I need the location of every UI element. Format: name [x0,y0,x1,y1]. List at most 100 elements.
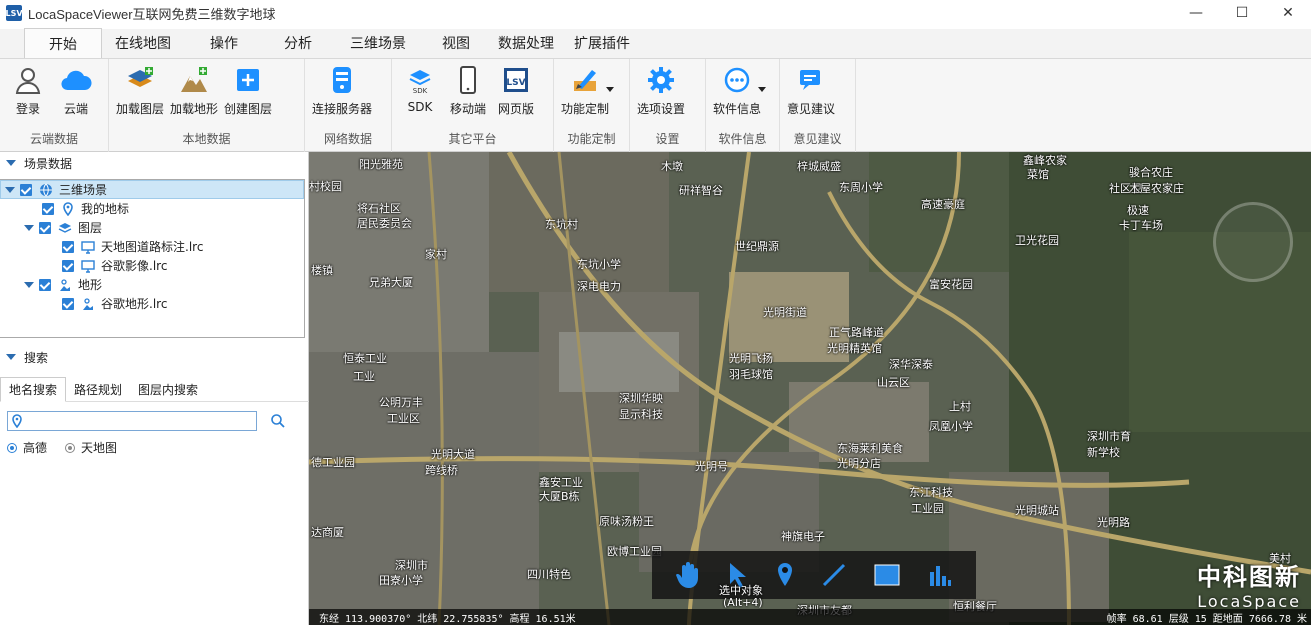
software-info-button[interactable]: 软件信息 [710,59,767,125]
tree-node-my-placemarks[interactable]: 我的地标 [42,199,129,218]
tab-data-processing[interactable]: 数据处理 [488,28,564,58]
tab-analysis[interactable]: 分析 [264,28,332,58]
map-label: 正气路峰道 [829,326,884,339]
tree-node-layers[interactable]: 图层 [24,218,102,237]
pan-hand-icon[interactable] [675,561,701,589]
scene-data-title: 场景数据 [24,156,73,171]
tab-layer-search[interactable]: 图层内搜索 [130,377,206,402]
group-label-settings: 设置 [655,132,680,146]
chart-tool-icon[interactable] [927,562,953,588]
tab-extensions[interactable]: 扩展插件 [564,28,640,58]
expand-icon[interactable] [24,281,34,288]
app-logo-icon: LSV [5,5,23,21]
search-input[interactable] [7,411,257,431]
tree-node-tianditu-roads[interactable]: 天地图道路标注.lrc [62,237,203,256]
close-button[interactable]: ✕ [1265,0,1311,26]
map-label: 东周小学 [839,181,883,194]
radio-tianditu[interactable] [65,442,76,453]
collapse-icon[interactable] [6,354,16,360]
map-label: 神旗电子 [781,530,825,543]
maximize-button[interactable]: ☐ [1219,0,1265,26]
checkbox[interactable] [39,221,51,234]
customize-dropdown-icon[interactable] [606,87,615,92]
map-label: 富安花园 [929,278,973,291]
tree-node-google-imagery[interactable]: 谷歌影像.lrc [62,256,167,275]
placemark-icon [61,201,75,216]
load-layer-button[interactable]: 加载图层 [113,59,167,125]
expand-icon[interactable] [5,186,15,193]
feedback-icon [795,64,827,96]
tab-start[interactable]: 开始 [24,28,102,58]
load-terrain-button[interactable]: 加载地形 [167,59,221,125]
map-view[interactable]: 阳光雅苑 木墩 梓城威盛 鑫峰农家 骏合农庄 菜馆 社区卫 研祥智谷 东周小学 … [309,152,1311,625]
mobile-button[interactable]: 移动端 [444,59,492,125]
line-tool-icon[interactable] [821,562,847,588]
map-label: 光明精英馆 [827,342,882,355]
options-button[interactable]: 选项设置 [634,59,688,125]
map-label: 梓城威盛 [797,160,841,173]
tooltip-line2: (Alt+4) [723,596,763,609]
coordinates-readout: 东经 113.900370° 北纬 22.755835° 高程 16.51米 [319,613,576,625]
tab-place-search[interactable]: 地名搜索 [0,377,67,402]
group-cloud-data: 登录 云端 云端数据 [0,59,109,152]
radio-gaode[interactable] [7,442,17,453]
map-label: 卫光花园 [1015,234,1059,247]
tree-node-terrain[interactable]: 地形 [24,275,102,294]
tab-route-planning[interactable]: 路径规划 [66,377,130,402]
terrain-icon [81,297,95,311]
map-label: 光明分店 [837,457,881,470]
group-network-data: 连接服务器 网络数据 [305,59,392,152]
expand-icon[interactable] [24,224,34,231]
feedback-button[interactable]: 意见建议 [784,59,838,125]
info-icon [721,64,753,96]
map-label: 木墩 [661,160,683,173]
search-button[interactable] [270,413,288,431]
sdk-button[interactable]: SDK SDK [396,59,444,125]
load-terrain-icon [178,64,210,96]
software-info-dropdown-icon[interactable] [758,87,767,92]
scene-data-header[interactable]: 场景数据 [0,152,308,174]
map-label: 新学校 [1087,446,1120,459]
tree-node-label: 我的地标 [81,202,130,216]
checkbox[interactable] [42,202,54,215]
checkbox[interactable] [39,278,51,291]
customize-label: 功能定制 [561,102,610,116]
checkbox[interactable] [62,297,74,310]
tree-node-3d-scene[interactable]: 三维场景 [0,180,304,199]
login-button[interactable]: 登录 [4,59,52,125]
map-label: 上村 [949,400,971,413]
search-header[interactable]: 搜索 [0,346,48,368]
rectangle-tool-icon[interactable] [873,562,901,588]
navigation-compass-icon[interactable] [1213,202,1293,282]
group-label-cloud: 云端数据 [29,132,78,146]
checkbox[interactable] [62,259,74,272]
globe-icon [39,183,53,197]
placemark-tool-icon[interactable] [775,561,795,589]
group-other-platforms: SDK SDK 移动端 LSV 网页版 其它平台 [392,59,554,152]
tab-3d-scene[interactable]: 三维场景 [332,28,424,58]
tab-view[interactable]: 视图 [424,28,488,58]
tab-operate[interactable]: 操作 [184,28,264,58]
connect-server-button[interactable]: 连接服务器 [309,59,375,125]
tree-node-label: 谷歌影像.lrc [101,259,168,273]
mobile-icon [452,64,484,96]
checkbox[interactable] [20,183,32,196]
map-label: 凤凰小学 [929,420,973,433]
minimize-button[interactable]: — [1173,0,1219,26]
map-label: 德工业园 [311,456,355,469]
create-layer-button[interactable]: 创建图层 [221,59,275,125]
checkbox[interactable] [62,240,74,253]
cloud-button[interactable]: 云端 [52,59,100,125]
web-icon: LSV [500,64,532,96]
web-button[interactable]: LSV 网页版 [492,59,540,125]
tree-node-google-terrain[interactable]: 谷歌地形.lrc [62,294,167,313]
feedback-label: 意见建议 [787,102,836,116]
customize-button[interactable]: 功能定制 [558,59,615,125]
collapse-icon[interactable] [6,160,16,166]
map-label: 羽毛球馆 [729,368,773,381]
tab-online-map[interactable]: 在线地图 [102,28,184,58]
map-label: 阳光雅苑 [359,158,403,171]
tree-node-label: 谷歌地形.lrc [101,297,168,311]
group-label-other: 其它平台 [448,132,497,146]
ribbon: 登录 云端 云端数据 加载图层 加载地形 创建图层 本地数据 连接服务器 网络数… [0,59,1311,152]
